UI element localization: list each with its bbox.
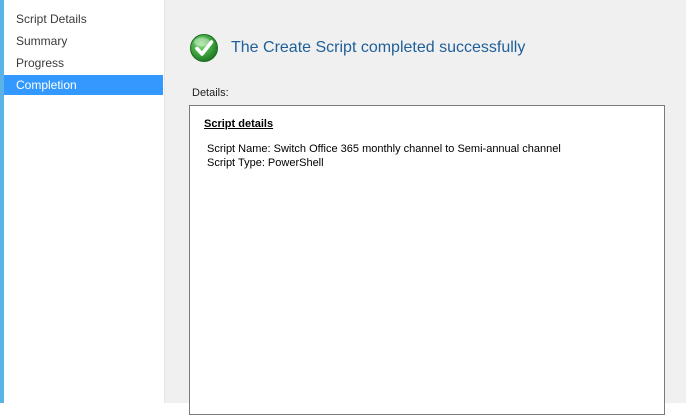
script-name-line: Script Name: Switch Office 365 monthly c…	[207, 143, 561, 155]
wizard-sidebar: Script Details Summary Progress Completi…	[4, 0, 165, 403]
check-circle-icon	[189, 33, 219, 63]
script-details-heading: Script details	[204, 118, 274, 130]
completion-message: The Create Script completed successfully	[231, 39, 526, 56]
script-type-line: Script Type: PowerShell	[207, 157, 324, 169]
completion-status: The Create Script completed successfully	[189, 32, 525, 64]
sidebar-item-progress[interactable]: Progress	[4, 53, 163, 73]
wizard-main-panel: The Create Script completed successfully…	[165, 0, 686, 415]
sidebar-item-summary[interactable]: Summary	[4, 31, 163, 51]
details-label: Details:	[192, 87, 229, 99]
details-panel[interactable]: Script details Script Name: Switch Offic…	[189, 105, 665, 415]
sidebar-item-script-details[interactable]: Script Details	[4, 9, 163, 29]
sidebar-item-completion[interactable]: Completion	[4, 75, 163, 95]
